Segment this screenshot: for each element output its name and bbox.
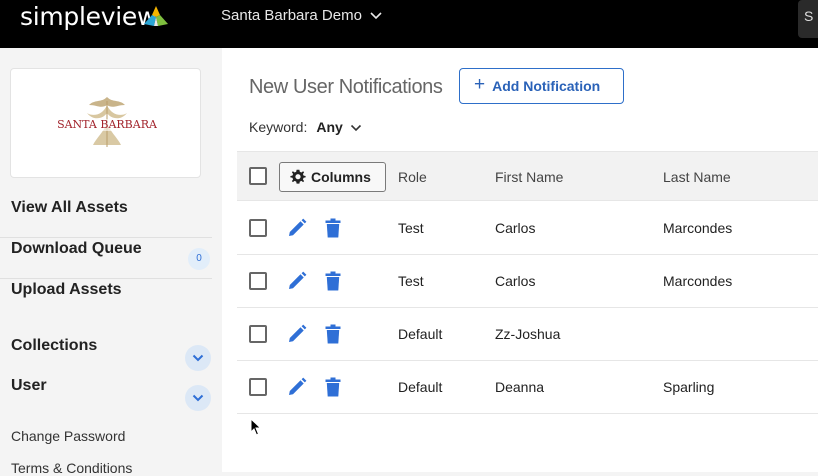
top-right-button[interactable]: S <box>798 0 818 38</box>
cell-role: Test <box>398 273 424 289</box>
cell-role: Test <box>398 220 424 236</box>
table-header: Columns Role First Name Last Name <box>237 151 818 201</box>
cell-first-name: Carlos <box>495 220 536 236</box>
pencil-edit-icon[interactable] <box>287 324 307 344</box>
nav-upload-assets-label: Upload Assets <box>11 281 122 298</box>
pencil-edit-icon[interactable] <box>287 377 307 397</box>
plus-icon: + <box>474 74 486 95</box>
table-row: Test Carlos Marcondes <box>237 255 818 308</box>
keyword-filter-value: Any <box>316 119 343 135</box>
cell-last-name: Marcondes <box>663 273 733 289</box>
trash-icon[interactable] <box>325 271 341 291</box>
brand-logo-text[interactable]: simpleview <box>20 2 157 31</box>
nav-user-label: User <box>11 377 47 394</box>
trash-icon[interactable] <box>325 218 341 238</box>
cell-role: Default <box>398 379 443 395</box>
cell-last-name: Sparling <box>663 379 715 395</box>
gear-icon <box>290 169 306 184</box>
cell-first-name: Zz-Joshua <box>495 326 561 342</box>
row-checkbox[interactable] <box>249 325 267 343</box>
table-row: Default Zz-Joshua <box>237 308 818 361</box>
chevron-down-icon <box>370 12 382 20</box>
row-checkbox[interactable] <box>249 272 267 290</box>
main-content: New User Notifications + Add Notificatio… <box>222 48 818 472</box>
cell-last-name: Marcondes <box>663 220 733 236</box>
row-checkbox[interactable] <box>249 378 267 396</box>
mouse-cursor-icon <box>250 418 262 436</box>
column-header-first-name[interactable]: First Name <box>495 169 563 185</box>
top-right-button-label: S <box>804 8 814 24</box>
simpleview-logo-icon <box>144 6 168 26</box>
nav-divider <box>0 237 212 238</box>
table-row: Test Carlos Marcondes <box>237 202 818 255</box>
sidebar-item-terms-conditions[interactable]: Terms & Conditions <box>11 460 132 476</box>
chevron-down-icon <box>350 124 361 131</box>
add-notification-button[interactable]: + Add Notification <box>459 68 624 104</box>
keyword-filter[interactable]: Keyword: Any <box>249 119 362 135</box>
column-header-role[interactable]: Role <box>398 169 427 185</box>
select-all-checkbox[interactable] <box>249 167 267 185</box>
row-checkbox[interactable] <box>249 219 267 237</box>
nav-collections-label: Collections <box>11 337 98 354</box>
santa-barbara-logo-icon: SANTA BARBARA <box>57 97 157 147</box>
nav-download-queue-label: Download Queue <box>11 240 142 257</box>
nav-divider <box>0 278 212 279</box>
cell-role: Default <box>398 326 443 342</box>
client-logo-card: SANTA BARBARA <box>10 68 201 178</box>
chevron-down-icon <box>192 394 204 402</box>
user-expand-button[interactable] <box>185 385 211 411</box>
chevron-down-icon <box>192 354 204 362</box>
download-queue-count-badge: 0 <box>188 248 210 270</box>
page-title: New User Notifications <box>249 76 443 98</box>
collections-expand-button[interactable] <box>185 345 211 371</box>
add-notification-label: Add Notification <box>492 78 601 94</box>
cell-first-name: Carlos <box>495 273 536 289</box>
columns-button[interactable]: Columns <box>279 162 386 192</box>
top-bar: simpleview Santa Barbara Demo S <box>0 0 818 48</box>
pencil-edit-icon[interactable] <box>287 218 307 238</box>
nav-view-all-assets-label: View All Assets <box>11 199 128 216</box>
sidebar: SANTA BARBARA View All Assets Download Q… <box>0 48 222 476</box>
svg-text:SANTA BARBARA: SANTA BARBARA <box>57 118 157 131</box>
site-selector[interactable]: Santa Barbara Demo <box>221 7 382 24</box>
trash-icon[interactable] <box>325 324 341 344</box>
pencil-edit-icon[interactable] <box>287 271 307 291</box>
cell-first-name: Deanna <box>495 379 545 395</box>
keyword-filter-label: Keyword: <box>249 119 308 135</box>
table-row: Default Deanna Sparling <box>237 361 818 414</box>
trash-icon[interactable] <box>325 377 341 397</box>
sidebar-item-change-password[interactable]: Change Password <box>11 428 125 444</box>
site-name: Santa Barbara Demo <box>221 7 362 24</box>
column-header-last-name[interactable]: Last Name <box>663 169 731 185</box>
columns-button-label: Columns <box>311 169 371 185</box>
